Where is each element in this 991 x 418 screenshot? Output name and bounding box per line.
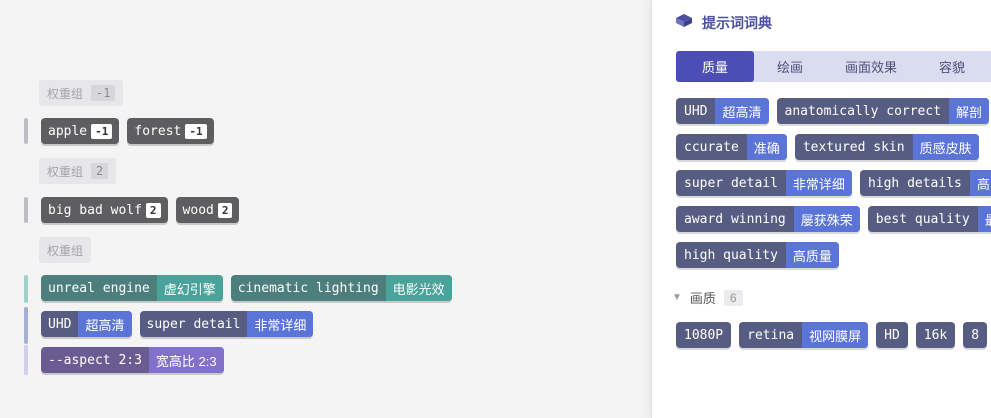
weight-group-label[interactable]: 权重组 2: [39, 158, 117, 184]
prompt-dictionary-panel: 提示词词典 质量 绘画 画面效果 容貌 UHD 超高清 anatomically …: [651, 0, 991, 418]
translation-label: 超高清: [78, 311, 132, 337]
panel-header: 提示词词典: [674, 12, 772, 33]
caret-down-icon: ▼: [672, 292, 682, 303]
prompt-chip[interactable]: apple -1: [41, 118, 120, 144]
panel-title: 提示词词典: [702, 14, 772, 31]
prompt-row: --aspect 2:3 宽高比 2:3: [41, 347, 224, 373]
weight-group-label[interactable]: 权重组: [39, 237, 92, 263]
prompt-chip[interactable]: big bad wolf 2: [41, 197, 168, 223]
prompt-row: unreal engine 虚幻引擎 cinematic lighting 电影光效: [41, 275, 452, 301]
dictionary-chip[interactable]: 16k: [915, 322, 956, 348]
prompt-chip[interactable]: cinematic lighting 电影光效: [230, 275, 452, 301]
dictionary-row: ccurate 准确 textured skin 质感皮肤: [676, 134, 979, 160]
prompt-chip[interactable]: UHD 超高清: [41, 311, 132, 337]
dictionary-chip[interactable]: textured skin 质感皮肤: [794, 134, 979, 160]
prompt-row: apple -1 forest -1: [41, 118, 214, 144]
dictionary-chip[interactable]: 1080P: [676, 322, 732, 348]
row-handle[interactable]: [24, 345, 28, 375]
prompt-chip[interactable]: wood 2: [175, 197, 240, 223]
dictionary-chip[interactable]: 8: [963, 322, 988, 348]
dictionary-chip[interactable]: award winning 屡获殊荣: [676, 206, 860, 232]
prompt-chip[interactable]: --aspect 2:3 宽高比 2:3: [41, 347, 224, 373]
prompt-row: big bad wolf 2 wood 2: [41, 197, 240, 223]
weight-group-label[interactable]: 权重组 -1: [39, 80, 124, 106]
section-header[interactable]: ▼ 画质 6: [672, 288, 743, 307]
dictionary-chip[interactable]: best quality最: [867, 206, 991, 232]
translation-label: 非常详细: [247, 311, 314, 337]
group-label-text: 权重组: [47, 243, 84, 258]
prompt-chip[interactable]: super detail 非常详细: [139, 311, 314, 337]
group-weight: -1: [91, 85, 116, 101]
dictionary-chip[interactable]: retina 视网膜屏: [739, 322, 869, 348]
prompt-chip[interactable]: forest -1: [127, 118, 214, 144]
dictionary-row: award winning屡获殊荣 best quality最: [676, 206, 991, 232]
tab-quality[interactable]: 质量: [676, 51, 754, 82]
dictionary-row: 1080P retina 视网膜屏 HD 16k 8: [676, 322, 988, 348]
dictionary-row: high quality 高质量: [676, 242, 839, 268]
section-title: 画质: [689, 291, 716, 306]
tab-painting[interactable]: 绘画: [754, 51, 826, 82]
book-icon: [674, 12, 694, 33]
category-tabs: 质量 绘画 画面效果 容貌: [676, 51, 991, 82]
row-handle[interactable]: [24, 197, 28, 223]
row-handle[interactable]: [24, 275, 28, 303]
row-handle[interactable]: [24, 307, 28, 344]
weight-badge: 2: [217, 202, 233, 218]
dictionary-chip[interactable]: high details 高: [859, 170, 991, 196]
dictionary-chip[interactable]: UHD 超高清: [676, 98, 769, 124]
group-label-text: 权重组: [47, 86, 84, 101]
prompt-editor: 权重组 -1 apple -1 forest -1 权重组 2 big bad wo…: [0, 0, 651, 418]
weight-badge: -1: [185, 123, 207, 139]
dictionary-chip[interactable]: super detail 非常详细: [676, 170, 852, 196]
tab-visual-effects[interactable]: 画面效果: [826, 51, 916, 82]
dictionary-row: UHD 超高清 anatomically correct 解剖: [676, 98, 990, 124]
section-count: 6: [723, 289, 743, 306]
dictionary-chip[interactable]: HD: [876, 322, 908, 348]
group-label-text: 权重组: [47, 164, 84, 179]
translation-label: 虚幻引擎: [156, 275, 223, 301]
translation-label: 电影光效: [385, 275, 452, 301]
dictionary-row: super detail 非常详细 high details 高: [676, 170, 991, 196]
dictionary-chip[interactable]: ccurate 准确: [676, 134, 787, 160]
dictionary-chip[interactable]: high quality 高质量: [676, 242, 839, 268]
row-handle[interactable]: [24, 118, 28, 144]
prompt-row: UHD 超高清 super detail 非常详细: [41, 311, 314, 337]
weight-badge: 2: [145, 202, 161, 218]
dictionary-chip[interactable]: anatomically correct 解剖: [776, 98, 990, 124]
weight-badge: -1: [91, 123, 113, 139]
translation-label: 宽高比 2:3: [148, 347, 224, 373]
tab-appearance[interactable]: 容貌: [916, 51, 988, 82]
prompt-chip[interactable]: unreal engine 虚幻引擎: [41, 275, 223, 301]
group-weight: 2: [91, 163, 109, 179]
